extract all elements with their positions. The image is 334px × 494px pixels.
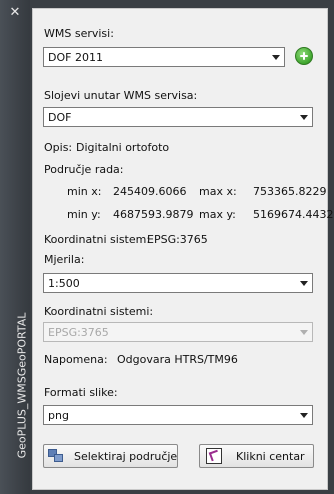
chevron-down-icon <box>266 48 284 66</box>
layers-label: Slojevi unutar WMS servisa: <box>44 89 198 102</box>
chevron-down-icon <box>294 108 312 126</box>
click-center-button[interactable]: Klikni centar <box>199 444 314 468</box>
side-title-container: GeoPLUS_WMSGeoPORTAL <box>4 304 29 464</box>
coord-systems-label: Koordinatni sistemi: <box>44 305 154 318</box>
max-x-value: 753365.8229 <box>253 185 327 198</box>
coord-system-value: EPSG:3765 <box>147 233 208 246</box>
select-area-button[interactable]: Selektiraj područje <box>43 444 178 468</box>
select-area-icon <box>48 449 64 463</box>
formats-value: png <box>48 409 69 422</box>
max-y-label: max y: <box>199 208 236 221</box>
formats-label: Formati slike: <box>44 386 118 399</box>
coord-systems-value: EPSG:3765 <box>48 326 109 339</box>
note-label: Napomena: <box>44 353 108 366</box>
coord-system-label: Koordinatni sistem: <box>44 233 151 246</box>
click-center-icon <box>206 448 222 464</box>
min-x-label: min x: <box>67 185 102 198</box>
plugin-title: GeoPLUS_WMSGeoPORTAL <box>15 312 29 459</box>
wms-services-value: DOF 2011 <box>48 51 103 64</box>
area-label: Područje rada: <box>44 163 124 176</box>
min-y-value: 4687593.9879 <box>113 208 194 221</box>
side-strip: ✕ GeoPLUS_WMSGeoPORTAL <box>0 0 30 494</box>
description-label: Opis: <box>44 141 73 154</box>
min-x-value: 245409.6066 <box>113 185 187 198</box>
layers-value: DOF <box>48 111 72 124</box>
click-center-label: Klikni centar <box>236 450 305 463</box>
max-x-label: max x: <box>199 185 237 198</box>
scale-value: 1:500 <box>48 277 80 290</box>
formats-select[interactable]: png <box>43 405 313 425</box>
min-y-label: min y: <box>67 208 101 221</box>
chevron-down-icon <box>294 323 312 341</box>
wms-services-select[interactable]: DOF 2011 <box>43 47 285 67</box>
chevron-down-icon <box>294 406 312 424</box>
coord-systems-select: EPSG:3765 <box>43 322 313 342</box>
add-service-button[interactable] <box>295 47 313 65</box>
chevron-down-icon <box>294 274 312 292</box>
select-area-label: Selektiraj područje <box>74 450 178 463</box>
scale-select[interactable]: 1:500 <box>43 273 313 293</box>
settings-panel: WMS servisi: DOF 2011 Slojevi unutar WMS… <box>32 8 333 490</box>
wms-services-label: WMS servisi: <box>44 27 114 40</box>
max-y-value: 5169674.4432 <box>253 208 334 221</box>
note-value: Odgovara HTRS/TM96 <box>117 353 238 366</box>
description-value: Digitalni ortofoto <box>76 141 170 154</box>
scale-label: Mjerila: <box>44 253 85 266</box>
close-icon[interactable]: ✕ <box>8 6 22 20</box>
layers-select[interactable]: DOF <box>43 107 313 127</box>
